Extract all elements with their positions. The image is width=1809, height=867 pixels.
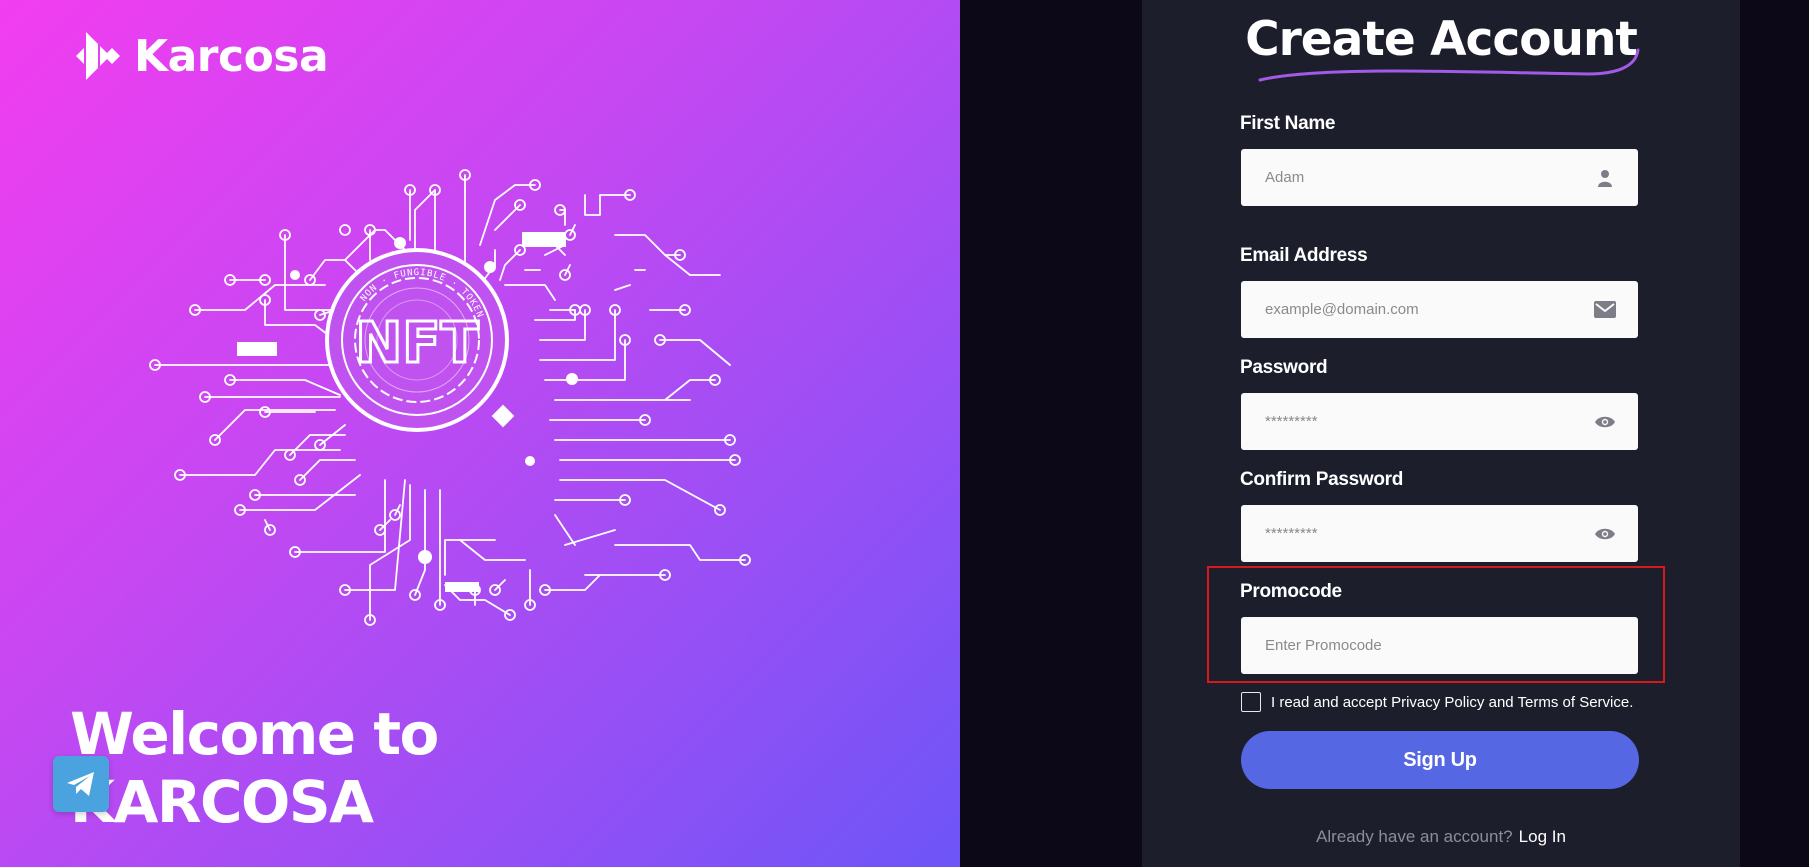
email-field[interactable]	[1241, 281, 1638, 338]
login-link[interactable]: Log In	[1519, 827, 1566, 846]
brand-name: Karcosa	[134, 30, 329, 82]
telegram-button[interactable]	[53, 756, 109, 812]
email-input[interactable]	[1265, 301, 1594, 318]
telegram-icon	[67, 772, 94, 796]
envelope-icon	[1594, 299, 1616, 321]
password-field[interactable]	[1241, 393, 1638, 450]
email-label: Email Address	[1240, 245, 1368, 266]
user-icon	[1594, 167, 1616, 189]
first-name-field[interactable]	[1241, 149, 1638, 206]
welcome-line-1: Welcome to	[70, 700, 439, 768]
eye-icon[interactable]	[1594, 411, 1616, 433]
terms-checkbox[interactable]	[1241, 692, 1261, 712]
password-input[interactable]	[1265, 413, 1594, 430]
terms-text: I read and accept Privacy Policy and Ter…	[1271, 693, 1634, 711]
first-name-label: First Name	[1240, 113, 1336, 134]
karcosa-logo-icon	[76, 32, 120, 80]
login-prompt: Already have an account? Log In	[1142, 827, 1740, 847]
hero-panel: Karcosa NON · FUNGIBLE · TOKEN NFT Welco…	[0, 0, 960, 867]
already-account-text: Already have an account?	[1316, 827, 1513, 846]
first-name-input[interactable]	[1265, 169, 1594, 186]
confirm-password-label: Confirm Password	[1240, 469, 1404, 490]
signup-button[interactable]: Sign Up	[1241, 731, 1639, 789]
confirm-password-field[interactable]	[1241, 505, 1638, 562]
brand-logo[interactable]: Karcosa	[70, 28, 329, 84]
password-label: Password	[1240, 357, 1328, 378]
terms-row: I read and accept Privacy Policy and Ter…	[1241, 692, 1633, 712]
welcome-heading: Welcome to KARCOSA	[70, 700, 439, 836]
welcome-line-2: KARCOSA	[70, 768, 374, 836]
eye-icon[interactable]	[1594, 523, 1616, 545]
promocode-highlight-box	[1207, 566, 1665, 683]
title-underline-decoration	[1258, 48, 1640, 82]
nft-circuit-illustration: NON · FUNGIBLE · TOKEN NFT	[149, 169, 751, 626]
confirm-password-input[interactable]	[1265, 525, 1594, 542]
nft-center-text: NFT	[355, 311, 478, 376]
